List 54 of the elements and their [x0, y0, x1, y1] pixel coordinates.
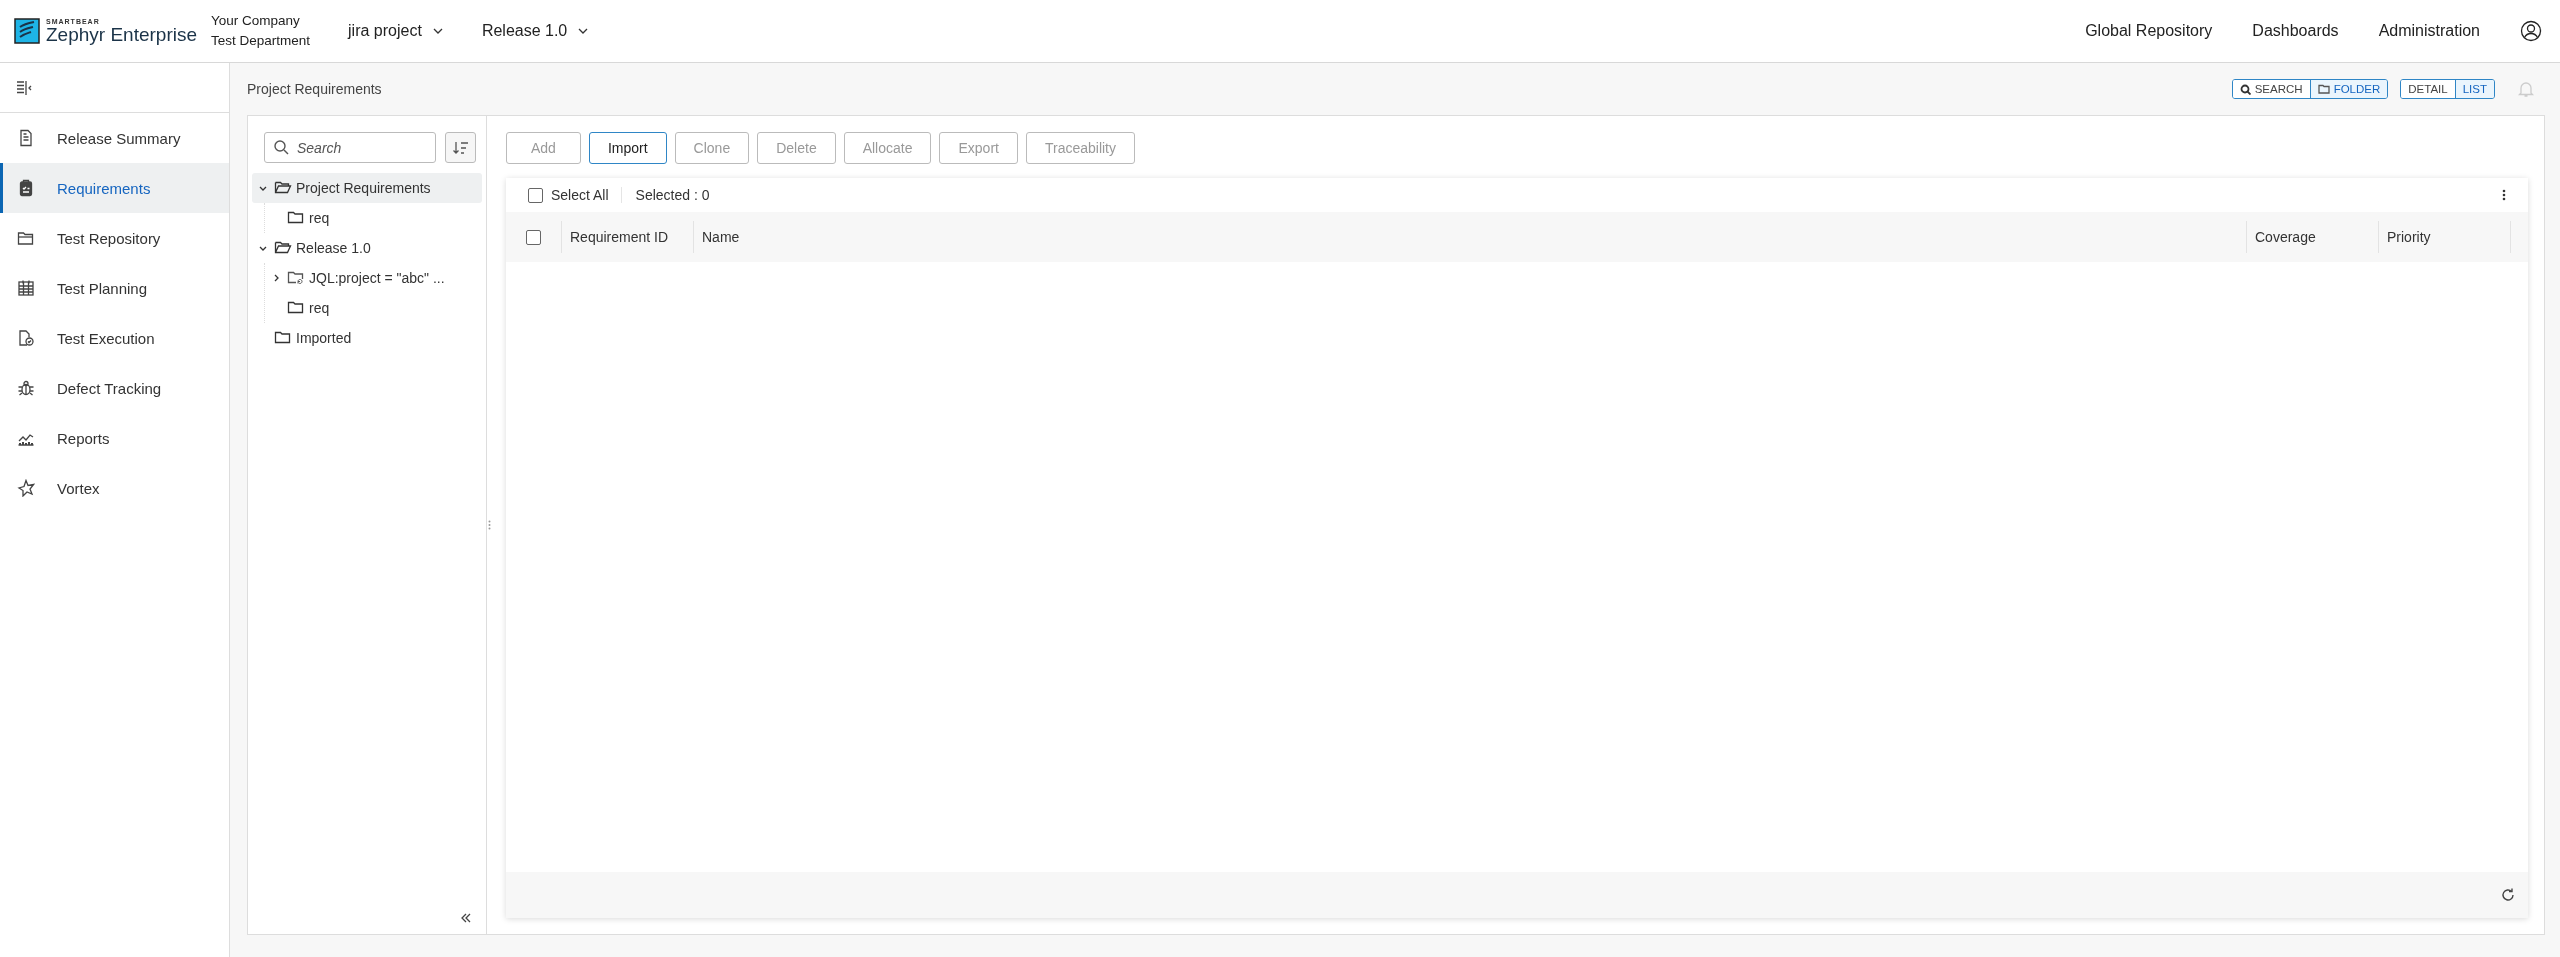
view-toggle[interactable]: SEARCH	[2232, 80, 2310, 98]
clipboard-icon	[17, 179, 35, 197]
product-name: Zephyr Enterprise	[46, 24, 197, 45]
sidebar-item[interactable]: Test Execution	[0, 313, 229, 363]
select-all-label: Select All	[551, 187, 609, 203]
header-checkbox[interactable]	[526, 229, 541, 245]
column-header[interactable]: Priority	[2387, 229, 2431, 245]
search-field[interactable]: Search	[264, 132, 436, 163]
query-folder-icon	[287, 269, 305, 287]
search-icon	[273, 139, 289, 155]
sort-icon	[451, 139, 470, 156]
selected-count: Selected : 0	[635, 187, 710, 203]
department-name: Test Department	[211, 32, 311, 50]
sidebar-item[interactable]: Reports	[0, 413, 229, 463]
sidebar-item[interactable]: Test Repository	[0, 213, 229, 263]
view-toggle[interactable]: DETAIL	[2401, 80, 2455, 98]
search-icon	[2239, 83, 2251, 95]
tree-node[interactable]: Release 1.0	[252, 233, 482, 263]
view-toggle[interactable]: LIST	[2454, 80, 2494, 98]
tree-node[interactable]: req	[265, 203, 482, 233]
company-name: Your Company	[211, 12, 301, 30]
folder-icon	[17, 229, 35, 247]
user-avatar-icon[interactable]	[2520, 20, 2542, 42]
toolbar-button[interactable]: Import	[588, 132, 667, 164]
refresh-icon[interactable]	[2500, 887, 2516, 903]
column-header[interactable]: Coverage	[2255, 229, 2316, 245]
splitter-grip-icon[interactable]	[488, 520, 491, 530]
collapse-panel-icon[interactable]	[460, 912, 472, 924]
more-options-icon[interactable]	[2502, 189, 2506, 201]
nav-link[interactable]: Dashboards	[2252, 22, 2339, 40]
logo-icon	[14, 18, 40, 44]
sidebar-item[interactable]: Requirements	[0, 163, 229, 213]
column-header[interactable]: Requirement ID	[570, 229, 669, 245]
tree-node[interactable]: Project Requirements	[252, 173, 482, 203]
tree-node[interactable]: Imported	[252, 323, 482, 353]
nav-link[interactable]: Administration	[2378, 22, 2480, 40]
sidebar-item[interactable]: Defect Tracking	[0, 363, 229, 413]
collapse-menu-icon[interactable]	[15, 78, 33, 97]
tree-node[interactable]: req	[265, 293, 482, 323]
sidebar-item[interactable]: Test Planning	[0, 263, 229, 313]
project-dropdown[interactable]: jira project	[348, 22, 444, 40]
nav-link[interactable]: Global Repository	[2085, 22, 2213, 40]
view-toggle[interactable]: FOLDER	[2309, 80, 2388, 98]
tree-node[interactable]: JQL:project = "abc" ...	[265, 263, 482, 293]
select-all-checkbox[interactable]	[528, 187, 543, 203]
column-header[interactable]: Name	[702, 229, 740, 245]
sidebar-item[interactable]: Release Summary	[0, 113, 229, 163]
calendar-icon	[17, 279, 35, 297]
sidebar-item[interactable]: Vortex	[0, 463, 229, 513]
bug-icon	[17, 379, 35, 397]
sort-button[interactable]	[445, 132, 476, 163]
release-dropdown[interactable]: Release 1.0	[481, 22, 590, 40]
breadcrumb-title: Project Requirements	[247, 81, 382, 97]
folder-icon	[2317, 83, 2330, 95]
